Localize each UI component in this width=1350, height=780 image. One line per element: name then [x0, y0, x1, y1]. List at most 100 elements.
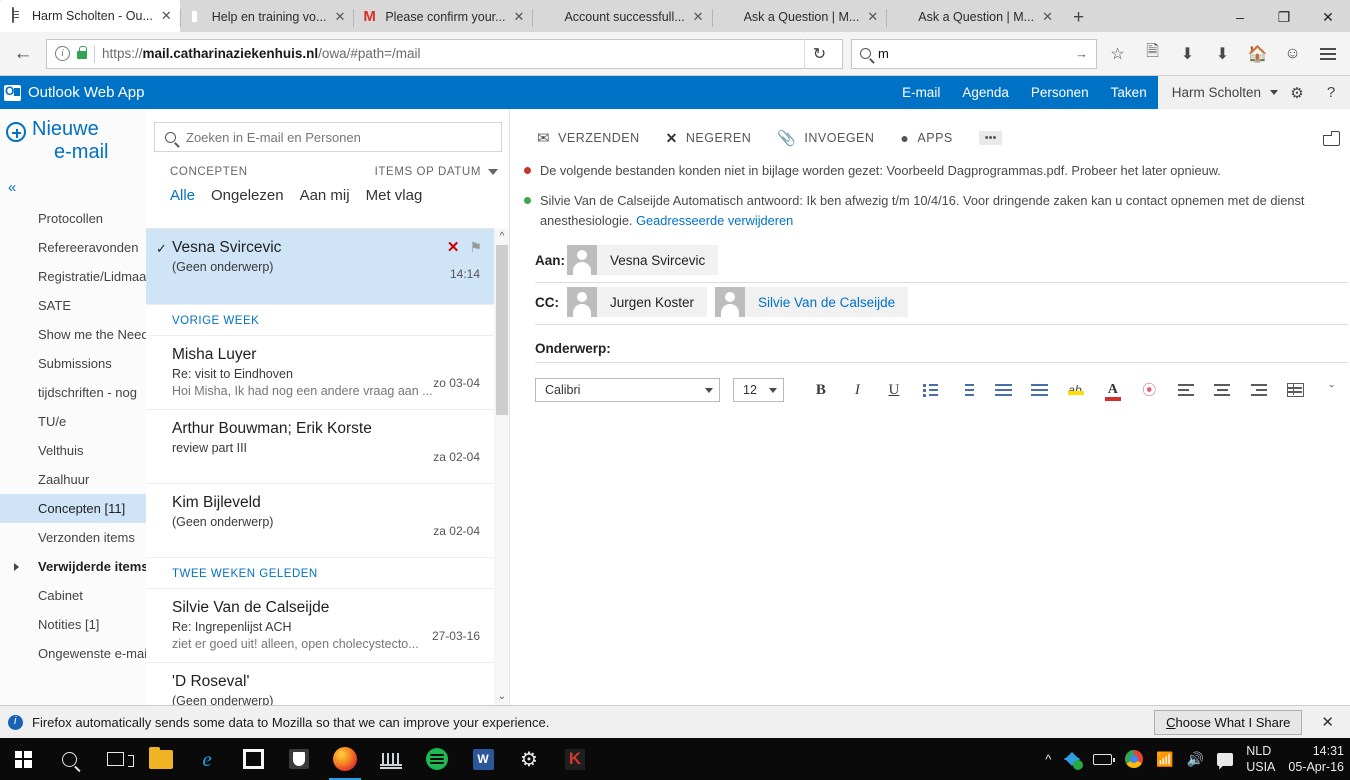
sidebar-item-ongewenste-email[interactable]: Ongewenste e-mail [0, 639, 146, 668]
scroll-down-icon[interactable]: ⌄ [494, 688, 510, 705]
filter-aan-mij[interactable]: Aan mij [300, 187, 350, 204]
bulleted-list-button[interactable] [912, 375, 948, 405]
expand-arrow-icon[interactable] [14, 563, 19, 571]
send-button[interactable]: ✉ VERZENDEN [537, 129, 640, 147]
search-go-icon[interactable]: → [1075, 46, 1088, 61]
sort-button[interactable]: ITEMS OP DATUM [375, 166, 498, 178]
volume-icon[interactable]: 🔊 [1187, 751, 1204, 768]
attach-button[interactable]: 📎 INVOEGEN [777, 129, 874, 147]
task-view-button[interactable] [92, 738, 138, 780]
gear-icon[interactable]: ⚙ [1282, 76, 1312, 109]
language-indicator[interactable]: NLD USIA [1246, 743, 1275, 776]
filter-ongelezen[interactable]: Ongelezen [211, 187, 284, 204]
close-window-button[interactable]: ✕ [1306, 2, 1350, 32]
more-options-button[interactable]: ••• [979, 131, 1003, 145]
mail-list-item[interactable]: 'D Roseval' (Geen onderwerp) 24-03-16 [146, 663, 494, 705]
sidebar-item-sate[interactable]: SATE [0, 291, 146, 320]
flag-icon[interactable]: ⚑ [469, 239, 482, 256]
sidebar-item-submissions[interactable]: Submissions [0, 349, 146, 378]
search-button[interactable] [46, 738, 92, 780]
store-button[interactable] [230, 738, 276, 780]
user-name[interactable]: Harm Scholten [1172, 85, 1261, 100]
url-bar[interactable]: i https://mail.catharinaziekenhuis.nl/ow… [46, 39, 843, 69]
sidebar-item-concepten[interactable]: Concepten [11] [0, 494, 146, 523]
font-size-select[interactable]: 12 [733, 378, 784, 402]
nav-email[interactable]: E-mail [891, 76, 951, 109]
settings-button[interactable]: ⚙ [506, 738, 552, 780]
mail-list-item[interactable]: Arthur Bouwman; Erik Korste review part … [146, 410, 494, 484]
insert-table-button[interactable] [1277, 375, 1313, 405]
mail-list-item[interactable]: Misha Luyer Re: visit to Eindhoven zo 03… [146, 336, 494, 410]
browser-search-bar[interactable]: m → [851, 39, 1097, 69]
sidebar-item-zaalhuur[interactable]: Zaalhuur [0, 465, 146, 494]
italic-button[interactable]: I [839, 375, 875, 405]
apps-button[interactable]: ● APPS [900, 130, 952, 146]
sidebar-item-show-me-the-need[interactable]: Show me the Need [0, 320, 146, 349]
nav-taken[interactable]: Taken [1100, 76, 1158, 109]
clear-formatting-button[interactable]: ⦿ [1131, 375, 1167, 405]
dropbox-icon[interactable] [1064, 752, 1080, 767]
recipient-chip[interactable]: Jurgen Koster [567, 287, 707, 317]
bookmark-star-icon[interactable]: ☆ [1101, 38, 1134, 70]
mail-list-item[interactable]: Kim Bijleveld (Geen onderwerp) za 02-04 [146, 484, 494, 558]
browser-tab-6[interactable]: Ask a Question | M... ✕ [886, 2, 1061, 32]
sidebar-item-verwijderde-items[interactable]: Verwijderde items [0, 552, 146, 581]
search-input[interactable]: m [878, 46, 1068, 61]
filter-alle[interactable]: Alle [170, 187, 195, 204]
more-formatting-button[interactable]: ˇ [1313, 375, 1349, 405]
choose-what-i-share-button[interactable]: Choose What I Share [1154, 710, 1302, 735]
pocket-icon[interactable]: ⬇ [1171, 38, 1204, 70]
wifi-icon[interactable]: 📶 [1156, 751, 1173, 768]
start-button[interactable] [0, 738, 46, 780]
browser-tab-1[interactable]: Harm Scholten - Ou... ✕ [0, 0, 180, 32]
nav-personen[interactable]: Personen [1020, 76, 1100, 109]
downloads-icon[interactable]: ⬇ [1206, 38, 1239, 70]
nav-agenda[interactable]: Agenda [951, 76, 1020, 109]
close-icon[interactable]: ✕ [514, 9, 525, 25]
sidebar-item-tijdschriften[interactable]: tijdschriften - nog [0, 378, 146, 407]
minimize-button[interactable]: – [1218, 2, 1262, 32]
reload-button[interactable]: ↻ [804, 39, 834, 69]
sidebar-item-tue[interactable]: TU/e [0, 407, 146, 436]
highlight-button[interactable]: ab [1058, 375, 1094, 405]
browser-tab-5[interactable]: Ask a Question | M... ✕ [712, 2, 887, 32]
subject-field-row[interactable]: Onderwerp: [535, 325, 1348, 363]
word-button[interactable]: W [460, 738, 506, 780]
remove-recipient-link[interactable]: Geadresseerde verwijderen [636, 213, 793, 228]
align-right-button[interactable] [1240, 375, 1276, 405]
close-icon[interactable]: ✕ [334, 9, 345, 25]
font-color-button[interactable]: A [1095, 375, 1131, 405]
close-icon[interactable]: ✕ [1311, 713, 1342, 731]
to-field-row[interactable]: Aan: Vesna Svircevic [535, 241, 1348, 283]
decrease-indent-button[interactable] [985, 375, 1021, 405]
mail-list-scrollbar[interactable]: ^ ⌄ [494, 228, 510, 705]
close-icon[interactable]: ✕ [161, 8, 172, 24]
discard-button[interactable]: ✕ NEGEREN [666, 130, 752, 147]
popout-icon[interactable] [1323, 131, 1340, 146]
battery-icon[interactable] [1093, 754, 1112, 765]
scroll-up-icon[interactable]: ^ [494, 228, 510, 245]
cc-field-row[interactable]: CC: Jurgen Koster Silvie Van de Calseijd… [535, 283, 1348, 325]
firefox-button[interactable] [322, 738, 368, 780]
restore-button[interactable]: ❐ [1262, 2, 1306, 32]
file-explorer-button[interactable] [138, 738, 184, 780]
chevron-down-icon[interactable] [1270, 90, 1278, 95]
browser-tab-3[interactable]: M Please confirm your... ✕ [353, 2, 532, 32]
close-icon[interactable]: ✕ [1042, 9, 1053, 25]
underline-button[interactable]: U [876, 375, 912, 405]
spotify-button[interactable] [414, 738, 460, 780]
collapse-nav-button[interactable]: « [0, 164, 146, 202]
new-mail-button[interactable]: Nieuwe e-mail [0, 109, 146, 164]
action-center-icon[interactable] [1217, 753, 1233, 766]
page-info-icon[interactable]: i [55, 46, 70, 61]
sidebar-item-refereeravonden[interactable]: Refereeravonden [0, 233, 146, 262]
recipient-chip[interactable]: Vesna Svircevic [567, 245, 718, 275]
align-center-button[interactable] [1204, 375, 1240, 405]
help-icon[interactable]: ? [1316, 76, 1346, 109]
delete-icon[interactable]: ✕ [447, 238, 460, 256]
filter-met-vlag[interactable]: Met vlag [366, 187, 423, 204]
browser-tab-4[interactable]: Account successfull... ✕ [532, 2, 711, 32]
edge-button[interactable]: e [184, 738, 230, 780]
font-family-select[interactable]: Calibri [535, 378, 720, 402]
align-left-button[interactable] [1168, 375, 1204, 405]
